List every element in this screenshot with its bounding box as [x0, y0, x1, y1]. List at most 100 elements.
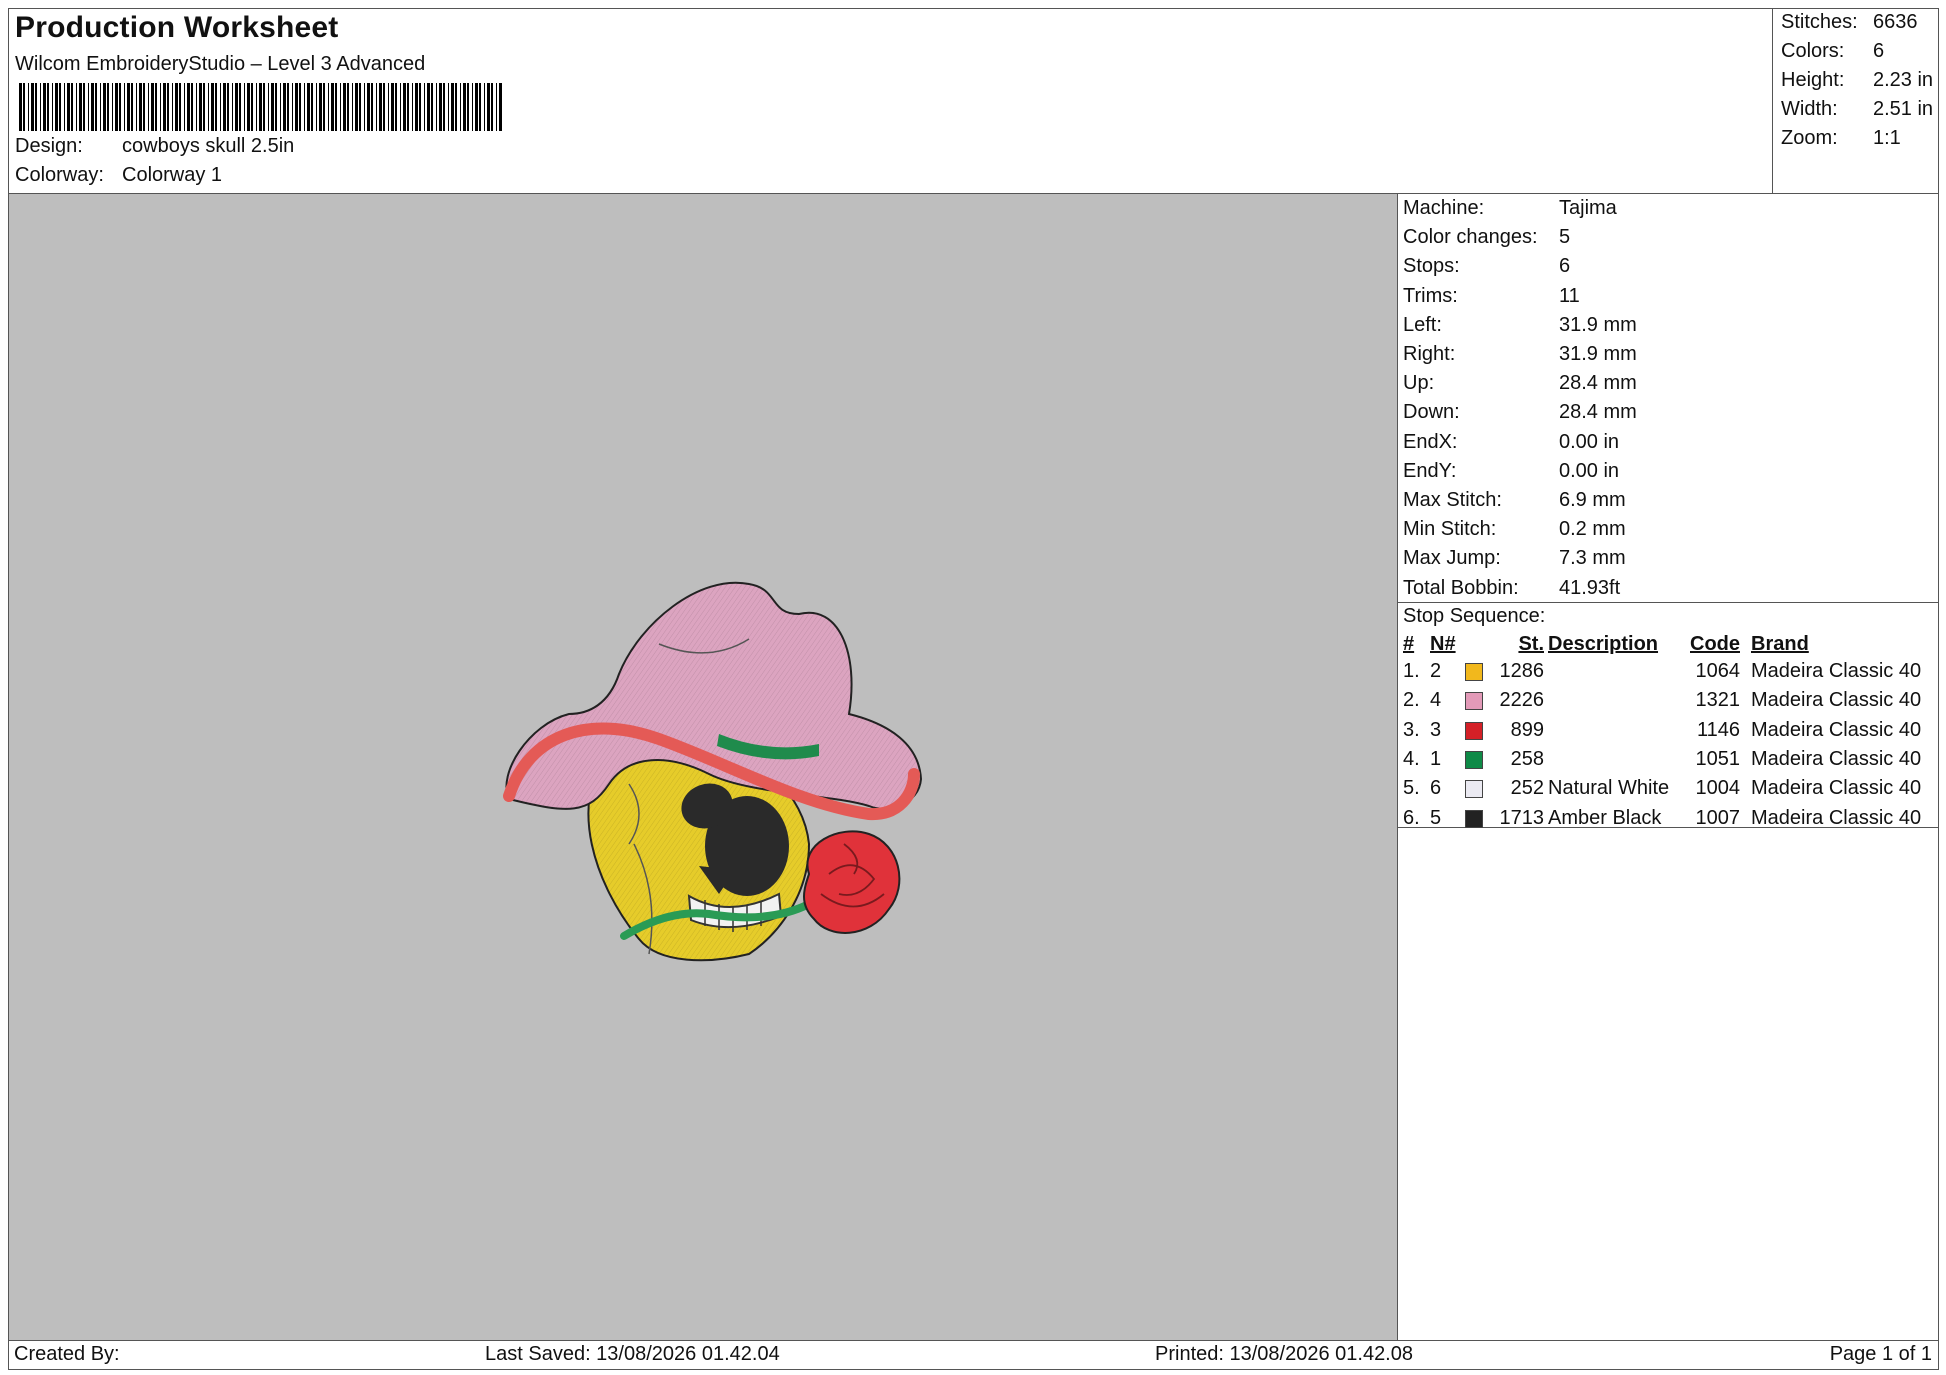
page-title: Production Worksheet	[15, 11, 339, 44]
barcode-bar	[43, 83, 46, 131]
info-label: Color changes:	[1403, 226, 1538, 249]
barcode-bar	[299, 83, 301, 131]
info-value: 11	[1559, 284, 1580, 307]
barcode-bar	[475, 83, 478, 131]
barcode-bar	[347, 83, 349, 131]
color-swatch	[1465, 663, 1483, 681]
color-swatch	[1465, 721, 1483, 740]
info-value: 7.3 mm	[1559, 547, 1626, 570]
info-value: 5	[1559, 226, 1571, 249]
table-row: 2. 4 2226 1321 Madeira Classic 40	[1398, 689, 1938, 718]
barcode-bar	[403, 83, 406, 131]
barcode-bar	[443, 83, 445, 131]
worksheet-header: Production Worksheet Wilcom EmbroiderySt…	[8, 8, 1939, 194]
barcode-bar	[311, 83, 313, 131]
info-row: Machine: Tajima	[1403, 197, 1617, 226]
design-label: Design:	[15, 135, 83, 157]
cell-st: 258	[1510, 747, 1544, 770]
barcode-bar	[268, 83, 269, 131]
side-panel: Machine: Tajima Color changes: 5 Stops: 6 Trim…	[1397, 193, 1939, 1341]
barcode-bar	[287, 83, 289, 131]
barcode	[19, 83, 502, 131]
barcode-bar	[40, 83, 41, 131]
info-label: EndY:	[1403, 459, 1457, 482]
page-number: Page 1 of 1	[1829, 1343, 1932, 1365]
cell-num: 3.	[1403, 718, 1420, 741]
info-row: Trims: 11	[1403, 285, 1580, 314]
table-row: 6. 5 1713 Amber Black 1007 Madeira Classic 40	[1398, 807, 1938, 836]
barcode-bar	[115, 83, 118, 131]
info-value: 6	[1559, 255, 1571, 278]
barcode-bar	[139, 83, 142, 131]
col-header-num: #	[1403, 633, 1415, 655]
barcode-bar	[460, 83, 461, 131]
barcode-bar	[215, 83, 217, 131]
cell-n: 2	[1430, 660, 1442, 682]
barcode-bar	[352, 83, 353, 131]
info-row: Min Stitch: 0.2 mm	[1403, 518, 1626, 547]
table-row: 5. 6 252 Natural White 1004 Madeira Classic 4…	[1398, 777, 1938, 806]
barcode-bar	[487, 83, 490, 131]
stop-sequence-title: Stop Sequence:	[1403, 605, 1546, 627]
barcode-bar	[439, 83, 442, 131]
barcode-bar	[160, 83, 161, 131]
color-swatch	[1465, 809, 1483, 828]
embroidery-design	[503, 581, 923, 962]
barcode-bar	[304, 83, 305, 131]
barcode-bar	[424, 83, 425, 131]
barcode-bar	[395, 83, 397, 131]
barcode-bar	[52, 83, 53, 131]
barcode-bar	[71, 83, 73, 131]
cell-st: 1713	[1499, 806, 1545, 829]
info-value: 6.9 mm	[1559, 489, 1626, 511]
info-label: Down:	[1403, 401, 1460, 424]
barcode-bar	[307, 83, 310, 131]
barcode-bar	[47, 83, 49, 131]
barcode-bar	[127, 83, 130, 131]
info-value: 0.00 in	[1559, 459, 1620, 482]
info-label: Right:	[1403, 343, 1456, 365]
barcode-bar	[499, 83, 502, 131]
info-value: 28.4 mm	[1559, 372, 1637, 395]
colorway-label: Colorway:	[15, 164, 104, 186]
info-row: Right: 31.9 mm	[1403, 343, 1637, 372]
design-preview	[8, 193, 1398, 1341]
cell-brand: Madeira Classic 40	[1751, 718, 1922, 741]
barcode-bar	[316, 83, 317, 131]
info-label: Up:	[1403, 372, 1435, 395]
barcode-bar	[263, 83, 265, 131]
barcode-bar	[88, 83, 89, 131]
info-row: EndY: 0.00 in	[1403, 460, 1619, 489]
design-value: cowboys skull 2.5in	[122, 135, 295, 157]
barcode-bar	[448, 83, 449, 131]
info-value: 0.2 mm	[1559, 518, 1626, 541]
stop-sequence-table: Stop Sequence: # N# St. Description Code…	[1398, 602, 1938, 829]
barcode-bar	[283, 83, 286, 131]
barcode-bar	[208, 83, 209, 131]
barcode-bar	[235, 83, 238, 131]
info-row: Stops: 6	[1403, 255, 1570, 284]
barcode-bar	[28, 83, 29, 131]
info-label: Min Stitch:	[1403, 518, 1497, 541]
cell-num: 4.	[1403, 747, 1420, 770]
barcode-bar	[203, 83, 205, 131]
barcode-bar	[379, 83, 382, 131]
barcode-bar	[280, 83, 281, 131]
barcode-bar	[227, 83, 229, 131]
barcode-bar	[451, 83, 454, 131]
barcode-bar	[67, 83, 70, 131]
barcode-bar	[472, 83, 473, 131]
barcode-bar	[79, 83, 82, 131]
printed-date: Printed: 13/08/2026 01.42.08	[1155, 1343, 1413, 1365]
info-row: Color changes: 5	[1403, 226, 1570, 255]
barcode-bar	[328, 83, 329, 131]
barcode-bar	[412, 83, 413, 131]
cell-brand: Madeira Classic 40	[1751, 747, 1922, 770]
barcode-bar	[91, 83, 94, 131]
cell-code: 1321	[1695, 689, 1741, 712]
barcode-bar	[211, 83, 214, 131]
cell-st: 1286	[1499, 660, 1545, 682]
barcode-bar	[196, 83, 197, 131]
cell-num: 1.	[1403, 660, 1420, 682]
barcode-bar	[463, 83, 466, 131]
